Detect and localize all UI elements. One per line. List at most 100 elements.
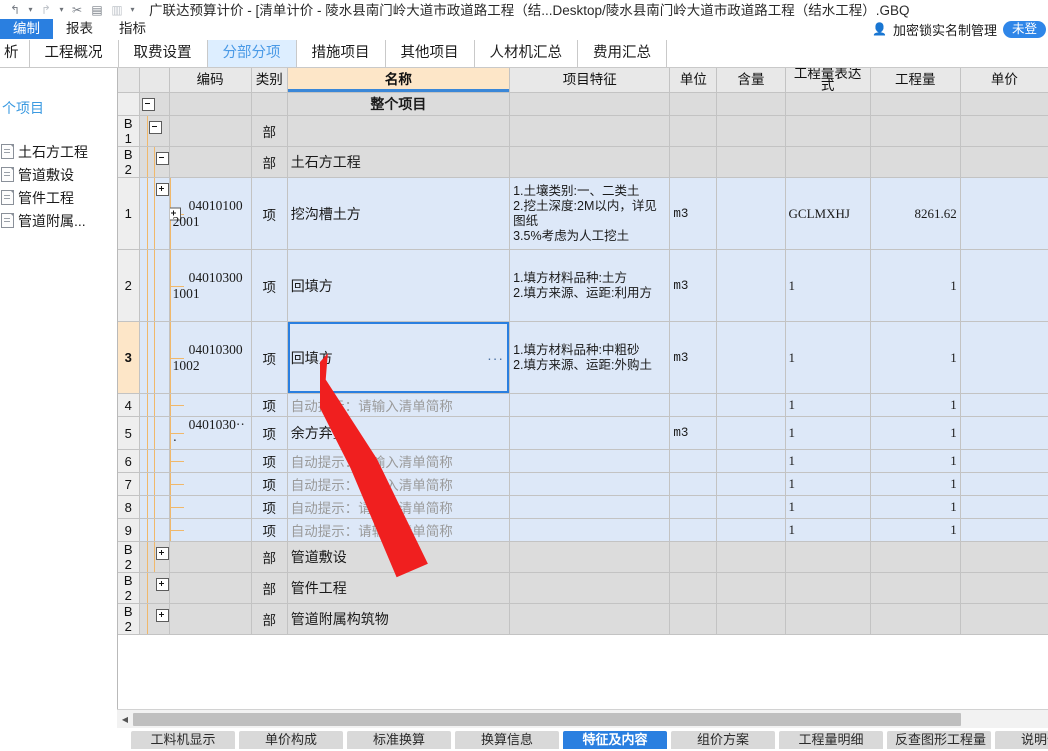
row-category-cell[interactable]: 部 — [251, 115, 288, 147]
row-expander-cell[interactable] — [139, 416, 170, 450]
table-row[interactable]: 2 040103001001 项回填方 1.填方材料品种:土方 2.填方来源、运距:利… — [118, 249, 1048, 322]
row-category-cell[interactable]: 部 — [251, 603, 288, 635]
row-quantity-cell[interactable]: 1 — [870, 416, 961, 450]
row-category-cell[interactable]: 项 — [251, 177, 288, 250]
col-header-quantity[interactable]: 工程量 — [870, 68, 961, 93]
row-content-cell[interactable] — [716, 449, 786, 473]
row-category-cell[interactable]: 部 — [251, 146, 288, 178]
row-code-cell[interactable] — [169, 472, 252, 496]
ribbon-tab-zhibiao[interactable]: 指标 — [106, 19, 159, 39]
row-expression-cell[interactable]: GCLMXHJ — [785, 177, 871, 250]
row-price-cell[interactable] — [960, 416, 1048, 450]
row-name-cell[interactable]: 余方弃置 — [287, 416, 511, 450]
row-index-cell[interactable]: 1 — [118, 177, 140, 250]
row-code-cell[interactable] — [169, 92, 252, 116]
row-quantity-cell[interactable] — [870, 146, 961, 178]
row-code-cell[interactable]: 0401030··· — [169, 416, 252, 450]
tab-fenbu-fenxiang[interactable]: 分部分项 — [206, 40, 297, 67]
row-expander-cell[interactable] — [139, 146, 170, 178]
row-quantity-cell[interactable]: 1 — [870, 472, 961, 496]
table-row[interactable]: B2 部土石方工程 — [118, 146, 1048, 178]
row-name-cell[interactable]: 自动提示：请输入清单简称 — [287, 449, 511, 473]
row-quantity-cell[interactable]: 1 — [870, 249, 961, 322]
row-expander-cell[interactable] — [139, 249, 170, 322]
row-category-cell[interactable]: 项 — [251, 472, 288, 496]
row-price-cell[interactable] — [960, 518, 1048, 542]
row-index-cell[interactable]: 8 — [118, 495, 140, 519]
tab-rencaiji-huizong[interactable]: 人材机汇总 — [473, 40, 578, 67]
col-header-index[interactable] — [118, 68, 140, 93]
col-header-content[interactable]: 含量 — [716, 68, 786, 93]
row-unit-cell[interactable] — [669, 472, 718, 496]
row-quantity-cell[interactable]: 1 — [870, 518, 961, 542]
expand-plus-icon[interactable] — [155, 578, 169, 591]
row-price-cell[interactable] — [960, 249, 1048, 322]
row-feature-cell[interactable]: 1.土壤类别:一、二类土 2.挖土深度:2M以内，详见图纸 3.5%考虑为人工挖… — [509, 177, 671, 250]
row-price-cell[interactable] — [960, 115, 1048, 147]
row-name-cell[interactable]: 回填方 — [287, 249, 511, 322]
row-index-cell[interactable]: B2 — [118, 541, 140, 573]
col-header-unit[interactable]: 单位 — [669, 68, 718, 93]
row-unit-cell[interactable]: m3 — [669, 177, 718, 250]
row-category-cell[interactable]: 部 — [251, 541, 288, 573]
row-unit-cell[interactable]: m3 — [669, 249, 718, 322]
undo-dropdown-caret-icon[interactable]: ▾ — [26, 5, 35, 14]
table-row[interactable]: 4 项自动提示：请输入清单简称 1 1 — [118, 393, 1048, 417]
row-category-cell[interactable]: 项 — [251, 393, 288, 417]
col-header-price[interactable]: 单价 — [960, 68, 1048, 93]
row-expander-cell[interactable] — [139, 518, 170, 542]
row-content-cell[interactable] — [716, 603, 786, 635]
expand-plus-icon[interactable] — [155, 183, 169, 196]
row-expander-cell[interactable] — [139, 472, 170, 496]
row-category-cell[interactable]: 项 — [251, 449, 288, 473]
row-content-cell[interactable] — [716, 518, 786, 542]
col-header-code[interactable]: 编码 — [169, 68, 252, 93]
row-expander-cell[interactable] — [139, 115, 170, 147]
row-feature-cell[interactable] — [509, 449, 671, 473]
cell-more-options-icon[interactable]: ··· — [487, 350, 504, 366]
tree-item-guandaofushe[interactable]: 管道敷设 — [0, 163, 117, 186]
tree-item-tushifang[interactable]: 土石方工程 — [0, 140, 117, 163]
row-expander-cell[interactable] — [139, 495, 170, 519]
table-row[interactable]: 8 项自动提示：请输入清单简称 1 1 — [118, 495, 1048, 519]
row-code-cell[interactable] — [169, 393, 252, 417]
col-header-expression[interactable]: 工程量表达式 — [785, 68, 871, 93]
col-header-category[interactable]: 类别 — [251, 68, 288, 93]
row-category-cell[interactable] — [251, 92, 288, 116]
table-row[interactable]: 6 项自动提示：请输入清单简称 1 1 — [118, 449, 1048, 473]
row-index-cell[interactable]: B2 — [118, 603, 140, 635]
table-row[interactable]: 1 040101002001 项挖沟槽土方 1.土壤类别:一、二类土 2.挖土深度:2… — [118, 177, 1048, 250]
row-name-cell[interactable]: 自动提示：请输入清单简称 — [287, 495, 511, 519]
row-feature-cell[interactable] — [509, 518, 671, 542]
row-expander-cell[interactable] — [139, 541, 170, 573]
tree-item-guandaofushu[interactable]: 管道附属... — [0, 209, 117, 232]
row-name-cell[interactable]: 土石方工程 — [287, 146, 511, 178]
ribbon-tab-baobiao[interactable]: 报表 — [53, 19, 106, 39]
row-code-cell[interactable] — [169, 603, 252, 635]
detail-tab[interactable]: 工程量明细 — [779, 730, 883, 749]
row-quantity-cell[interactable] — [870, 603, 961, 635]
row-name-cell[interactable]: 管道附属构筑物 — [287, 603, 511, 635]
more-caret-icon[interactable]: ▾ — [128, 5, 137, 14]
row-index-cell[interactable]: 2 — [118, 249, 140, 322]
row-feature-cell[interactable] — [509, 472, 671, 496]
row-code-cell[interactable]: 040103001001 — [169, 249, 252, 322]
row-index-cell[interactable]: B2 — [118, 572, 140, 604]
detail-tab[interactable]: 组价方案 — [671, 730, 775, 749]
row-content-cell[interactable] — [716, 115, 786, 147]
row-unit-cell[interactable] — [669, 603, 718, 635]
row-quantity-cell[interactable]: 8261.62 — [870, 177, 961, 250]
row-expression-cell[interactable]: 1 — [785, 321, 871, 394]
row-feature-cell[interactable] — [509, 603, 671, 635]
row-unit-cell[interactable] — [669, 541, 718, 573]
row-name-cell[interactable] — [287, 115, 511, 147]
cut-icon[interactable]: ✂ — [68, 2, 86, 18]
scroll-left-arrow-icon[interactable]: ◀ — [117, 711, 133, 728]
row-index-cell[interactable]: B1 — [118, 115, 140, 147]
row-content-cell[interactable] — [716, 92, 786, 116]
row-index-cell[interactable]: B2 — [118, 146, 140, 178]
col-header-feature[interactable]: 项目特征 — [509, 68, 671, 93]
row-name-cell[interactable]: 挖沟槽土方 — [287, 177, 511, 250]
row-feature-cell[interactable] — [509, 541, 671, 573]
row-code-cell[interactable] — [169, 146, 252, 178]
